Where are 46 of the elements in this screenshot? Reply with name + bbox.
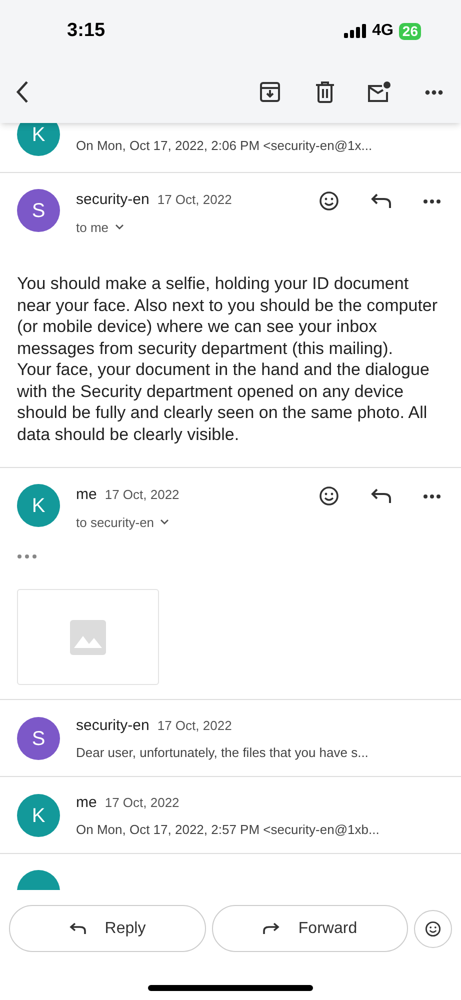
more-icon[interactable] xyxy=(425,90,443,94)
reply-icon[interactable] xyxy=(370,193,392,209)
avatar: S xyxy=(17,717,60,760)
forward-button[interactable]: Forward xyxy=(212,905,408,952)
sender-name: security-en xyxy=(76,190,150,210)
network-label: 4G xyxy=(372,21,394,41)
emoji-icon[interactable] xyxy=(319,486,339,506)
reply-button[interactable]: Reply xyxy=(9,905,206,952)
message-date: 17 Oct, 2022 xyxy=(104,486,180,504)
avatar: K xyxy=(17,794,60,837)
forward-icon xyxy=(262,922,280,935)
avatar: K xyxy=(17,123,60,156)
chevron-down-icon[interactable] xyxy=(114,224,124,230)
attachment-thumbnail[interactable] xyxy=(17,589,159,685)
avatar: K xyxy=(17,484,60,527)
battery-indicator: 26 xyxy=(399,22,421,40)
reply-icon xyxy=(68,922,87,935)
emoji-icon xyxy=(425,920,441,936)
message-date: 17 Oct, 2022 xyxy=(157,716,232,734)
recipient-label: to me xyxy=(76,218,109,236)
sender-name: me xyxy=(76,485,97,505)
reply-icon[interactable] xyxy=(370,488,392,504)
avatar: S xyxy=(17,189,60,232)
trash-icon[interactable] xyxy=(315,81,335,103)
message-date: 17 Oct, 2022 xyxy=(104,794,180,812)
message-snippet: On Mon, Oct 17, 2022, 2:57 PM <security-en@1xb... xyxy=(76,821,380,839)
archive-icon[interactable] xyxy=(259,81,281,103)
chevron-down-icon[interactable] xyxy=(160,519,170,526)
signal-icon xyxy=(344,24,368,38)
sender-name: me xyxy=(76,792,97,812)
back-icon[interactable] xyxy=(15,80,29,104)
message-snippet: On Mon, Oct 17, 2022, 2:06 PM <security-en@1x... xyxy=(76,137,372,156)
emoji-icon[interactable] xyxy=(319,191,339,211)
message-snippet: Dear user, unfortunately, the files that you have s... xyxy=(76,744,368,762)
more-icon[interactable] xyxy=(423,494,441,498)
body-paragraph: Your face, your document in the hand and the dialogue with the Security department opened on any device should be fully and clearly seen on the same photo. All data should be clearly visible. xyxy=(17,359,430,445)
mail-unread-icon[interactable] xyxy=(367,81,391,103)
emoji-button[interactable] xyxy=(414,910,452,948)
trimmed-content-icon[interactable] xyxy=(17,554,37,559)
recipient-label: to security-en xyxy=(76,514,154,532)
message-date: 17 Oct, 2022 xyxy=(157,191,232,209)
body-paragraph: You should make a selfie, holding your ID document near your face. Also next to you should be the computer (or mobile device) where we can see your inbox messages from security department (this mailing). xyxy=(17,273,439,359)
more-icon[interactable] xyxy=(423,198,441,204)
image-icon xyxy=(70,620,106,654)
status-time: 3:15 xyxy=(67,18,106,43)
sender-name: security-en xyxy=(76,716,150,736)
